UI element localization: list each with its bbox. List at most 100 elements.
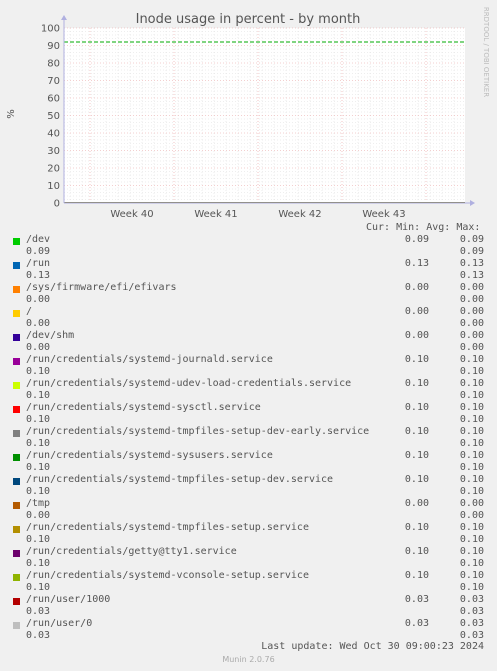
legend-item-cur: 0.13	[404, 258, 429, 269]
legend-item-name: /run/user/0	[26, 618, 93, 629]
x-tick-label: Week 43	[362, 209, 405, 220]
legend-item-cur: 0.00	[404, 306, 429, 317]
legend-swatch	[13, 310, 20, 317]
legend-item-cur: 0.10	[404, 546, 429, 557]
y-tick-label: 90	[47, 41, 60, 52]
legend-item-name: /run/user/1000	[26, 594, 111, 605]
legend-row: /run/credentials/systemd-tmpfiles-setup.…	[0, 522, 497, 546]
legend-swatch	[13, 598, 20, 605]
legend-item-avg: 0.10	[459, 546, 484, 557]
legend-swatch	[13, 382, 20, 389]
side-label: RRDTOOL / TOBI OETIKER	[482, 7, 490, 97]
legend-item-max: 0.10	[459, 438, 484, 449]
legend-header: Cur: Min: Avg: Max:	[366, 222, 480, 233]
legend-row: /dev 0.09 0.09 0.09 0.09	[0, 234, 497, 258]
legend-item-name: /run/credentials/systemd-vconsole-setup.…	[26, 570, 309, 581]
y-tick-label: 40	[47, 129, 60, 140]
legend-swatch	[13, 238, 20, 245]
munin-version: Munin 2.0.76	[222, 655, 275, 664]
legend-item-cur: 0.10	[404, 522, 429, 533]
y-tick-label: 60	[47, 94, 60, 105]
legend-swatch	[13, 502, 20, 509]
legend-item-name: /sys/firmware/efi/efivars	[26, 282, 177, 293]
legend-item-avg: 0.10	[459, 450, 484, 461]
plot-area: 0 10 20 30 40 50 60 70 80 90 100 Week 40 Week 41 Week…	[41, 15, 475, 220]
legend-item-cur: 0.10	[404, 402, 429, 413]
legend-row: /run/user/0 0.03 0.03 0.03 0.03	[0, 618, 497, 642]
legend-row: /dev/shm 0.00 0.00 0.00 0.00	[0, 330, 497, 354]
legend-item-avg: 0.10	[459, 522, 484, 533]
legend-swatch	[13, 574, 20, 581]
y-axis-arrow	[61, 15, 67, 20]
legend-item-avg: 0.03	[459, 594, 484, 605]
legend-item-min: 0.03	[26, 606, 51, 617]
legend-swatch	[13, 262, 20, 269]
legend-item-cur: 0.10	[404, 450, 429, 461]
legend-item-cur: 0.00	[404, 282, 429, 293]
legend-item-name: /tmp	[26, 498, 51, 509]
legend-item-min: 0.10	[26, 534, 51, 545]
legend-item-max: 0.03	[459, 630, 484, 641]
legend-item-avg: 0.10	[459, 378, 484, 389]
x-tick-label: Week 42	[278, 209, 321, 220]
legend-item-cur: 0.10	[404, 570, 429, 581]
legend-item-name: /run/credentials/systemd-journald.servic…	[26, 354, 273, 365]
legend-item-min: 0.00	[26, 510, 51, 521]
legend-header-max: Max:	[456, 222, 481, 233]
legend-item-cur: 0.10	[404, 426, 429, 437]
y-axis-label: %	[6, 109, 17, 119]
legend-row: /run/credentials/systemd-sysusers.servic…	[0, 450, 497, 474]
legend-item-min: 0.10	[26, 414, 51, 425]
legend-swatch	[13, 286, 20, 293]
legend-swatch	[13, 478, 20, 485]
x-tick-label: Week 40	[110, 209, 153, 220]
legend-item-avg: 0.10	[459, 474, 484, 485]
legend-item-cur: 0.09	[404, 234, 429, 245]
legend-item-max: 0.10	[459, 534, 484, 545]
y-tick-label: 20	[47, 164, 60, 175]
legend-item-avg: 0.10	[459, 402, 484, 413]
legend-item-max: 0.10	[459, 486, 484, 497]
legend-item-max: 0.10	[459, 366, 484, 377]
y-tick-label: 100	[41, 24, 60, 35]
last-update: Last update: Wed Oct 30 09:00:23 2024	[261, 641, 484, 652]
legend-item-name: /run/credentials/systemd-sysusers.servic…	[26, 450, 273, 461]
legend-row: /run/credentials/systemd-vconsole-setup.…	[0, 570, 497, 594]
legend-item-cur: 0.00	[404, 498, 429, 509]
legend-row: /run/credentials/systemd-tmpfiles-setup-…	[0, 474, 497, 498]
legend-item-cur: 0.10	[404, 378, 429, 389]
y-tick-label: 70	[47, 76, 60, 87]
legend-row: /tmp 0.00 0.00 0.00 0.00	[0, 498, 497, 522]
legend-item-avg: 0.10	[459, 570, 484, 581]
legend-row: /run/credentials/systemd-tmpfiles-setup-…	[0, 426, 497, 450]
legend-item-min: 0.00	[26, 318, 51, 329]
legend-item-name: /run/credentials/systemd-udev-load-crede…	[26, 378, 352, 389]
legend-item-avg: 0.00	[459, 498, 484, 509]
legend-header-cur: Cur:	[366, 222, 391, 233]
legend-swatch	[13, 622, 20, 629]
legend-row: /run/credentials/systemd-journald.servic…	[0, 354, 497, 378]
legend-item-max: 0.10	[459, 414, 484, 425]
legend-item-avg: 0.03	[459, 618, 484, 629]
y-tick-label: 50	[47, 111, 60, 122]
legend-header-avg: Avg:	[426, 222, 451, 233]
legend-item-max: 0.00	[459, 318, 484, 329]
chart: Inode usage in percent - by month % RRDT…	[6, 7, 490, 220]
legend-item-name: /run/credentials/getty@tty1.service	[26, 546, 237, 557]
legend-item-min: 0.13	[26, 270, 51, 281]
legend-item-max: 0.10	[459, 558, 484, 569]
legend-item-name: /dev	[26, 234, 51, 245]
legend-item-max: 0.09	[459, 246, 484, 257]
y-tick-label: 10	[47, 181, 60, 192]
legend-item-name: /dev/shm	[26, 330, 75, 341]
legend-item-min: 0.00	[26, 294, 51, 305]
legend-row: /run/credentials/systemd-sysctl.service 0…	[0, 402, 497, 426]
legend-header-min: Min:	[396, 222, 421, 233]
legend-item-max: 0.10	[459, 390, 484, 401]
legend-swatch	[13, 334, 20, 341]
y-tick-label: 80	[47, 59, 60, 70]
legend-swatch	[13, 526, 20, 533]
legend-item-avg: 0.13	[459, 258, 484, 269]
legend-item-avg: 0.00	[459, 306, 484, 317]
legend-item-name: /	[26, 306, 33, 317]
